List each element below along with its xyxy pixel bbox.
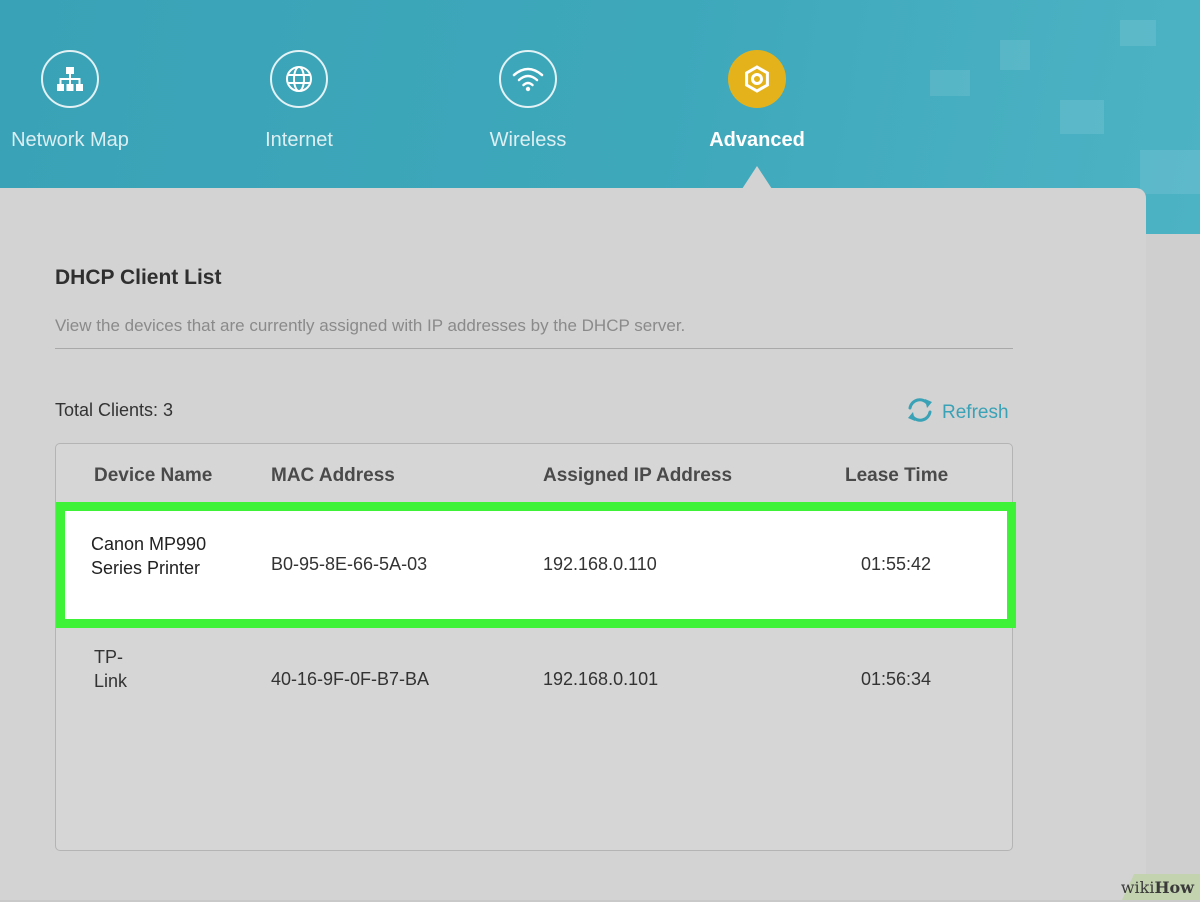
- mac-address-cell: 40-16-9F-0F-B7-BA: [271, 669, 430, 689]
- column-header-device-name[interactable]: Device Name: [94, 465, 212, 487]
- lease-time-cell: 01:56:34: [861, 669, 932, 689]
- device-name-line: Series Printer: [91, 558, 201, 578]
- device-name-line: TP-: [94, 647, 123, 667]
- watermark-prefix: wiki: [1120, 878, 1155, 897]
- device-name-cell: Canon MP990 Series Printer: [91, 532, 206, 580]
- device-name-line: Link: [94, 671, 128, 691]
- decorative-square: [1120, 20, 1156, 46]
- decorative-square: [1140, 150, 1200, 194]
- nav-item-advanced[interactable]: Advanced: [667, 50, 847, 152]
- nav-item-wireless[interactable]: Wireless: [438, 50, 618, 152]
- column-header-mac-address[interactable]: MAC Address: [271, 465, 395, 487]
- column-header-assigned-ip[interactable]: Assigned IP Address: [543, 465, 732, 487]
- decorative-square: [930, 70, 970, 96]
- watermark-suffix: How: [1154, 878, 1194, 897]
- page-description: View the devices that are currently assi…: [55, 316, 686, 335]
- nav-label: Wireless: [489, 129, 567, 151]
- divider: [55, 348, 1013, 349]
- wifi-icon: [499, 50, 557, 108]
- column-header-lease-time[interactable]: Lease Time: [845, 465, 948, 487]
- nav-item-network-map[interactable]: Network Map: [0, 50, 160, 152]
- refresh-label: Refresh: [942, 401, 1009, 423]
- nav-label: Network Map: [11, 129, 129, 151]
- refresh-button[interactable]: Refresh: [904, 396, 1009, 429]
- ip-address-cell: 192.168.0.101: [543, 669, 659, 689]
- ip-address-cell: 192.168.0.110: [543, 554, 657, 574]
- network-map-icon: [41, 50, 99, 108]
- device-name-line: Canon MP990: [91, 534, 207, 554]
- refresh-icon: [904, 396, 936, 429]
- page-title: DHCP Client List: [55, 266, 222, 289]
- mac-address-cell: B0-95-8E-66-5A-03: [271, 554, 428, 574]
- side-panel: [1146, 234, 1200, 900]
- decorative-square: [1000, 40, 1030, 70]
- wikihow-watermark: wikiHow: [1112, 874, 1200, 900]
- active-tab-pointer: [742, 166, 772, 189]
- nav-label: Advanced: [709, 129, 805, 151]
- lease-time-cell: 01:55:42: [861, 554, 932, 574]
- total-clients: Total Clients: 3: [55, 400, 174, 420]
- decorative-square: [1060, 100, 1104, 134]
- gear-icon: [728, 50, 786, 108]
- device-name-cell: TP- Link: [94, 645, 127, 693]
- globe-icon: [270, 50, 328, 108]
- nav-label: Internet: [265, 129, 333, 151]
- nav-item-internet[interactable]: Internet: [209, 50, 389, 152]
